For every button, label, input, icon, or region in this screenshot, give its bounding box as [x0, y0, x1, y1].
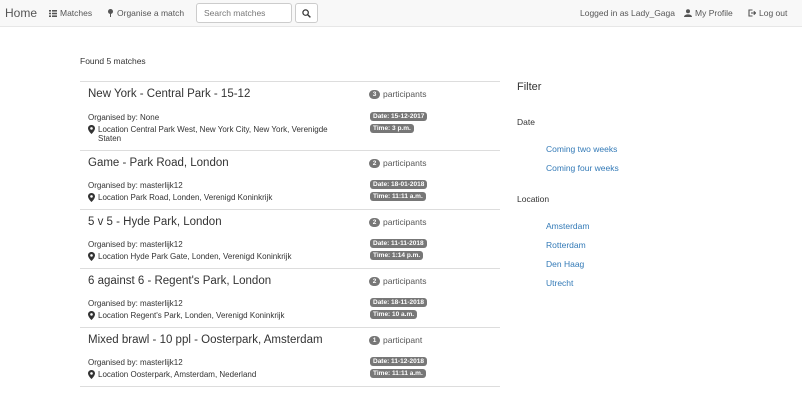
pushpin-icon	[108, 9, 113, 17]
nav-organise-match[interactable]: Organise a match	[107, 8, 184, 18]
match-item[interactable]: Game - Park Road, London 2 participants …	[80, 151, 500, 210]
map-marker-icon	[88, 252, 95, 261]
participants-info: 3 participants	[369, 89, 426, 99]
match-title[interactable]: 6 against 6 - Regent's Park, London	[88, 275, 271, 287]
participants-label: participant	[383, 335, 423, 345]
time-label: Time: 10 a.m.	[370, 310, 418, 319]
match-title[interactable]: New York - Central Park - 15-12	[88, 88, 250, 100]
date-label: Date: 11-11-2018	[370, 239, 427, 248]
location-text: Location Park Road, Londen, Verenigd Kon…	[98, 193, 273, 202]
participants-label: participants	[383, 276, 427, 286]
map-marker-icon	[88, 311, 95, 320]
time-label: Time: 11:11 a.m.	[370, 369, 426, 378]
participant-count-badge: 3	[369, 89, 380, 99]
search-icon	[302, 8, 311, 18]
participants-label: participants	[383, 158, 427, 168]
user-icon	[684, 9, 692, 17]
list-icon	[49, 9, 57, 17]
organiser-text: Organised by: masterlijk12	[88, 299, 183, 308]
log-out-label: Log out	[759, 8, 788, 18]
match-item[interactable]: 5 v 5 - Hyde Park, London 2 participants…	[80, 210, 500, 269]
date-label: Date: 11-12-2018	[370, 357, 427, 366]
date-label: Date: 18-11-2018	[370, 298, 427, 307]
nav-my-profile[interactable]: My Profile	[684, 8, 733, 18]
organiser-text: Organised by: None	[88, 113, 160, 122]
participant-count-badge: 2	[369, 276, 380, 286]
filter-location-amsterdam[interactable]: Amsterdam	[546, 221, 589, 231]
organiser-text: Organised by: masterlijk12	[88, 181, 183, 190]
match-list: New York - Central Park - 15-12 3 partic…	[80, 81, 500, 387]
match-location: Location Park Road, Londen, Verenigd Kon…	[88, 193, 348, 202]
match-item[interactable]: New York - Central Park - 15-12 3 partic…	[80, 82, 500, 151]
logged-in-text: Logged in as Lady_Gaga	[580, 8, 675, 18]
participants-info: 2 participants	[369, 158, 426, 168]
navbar: Home Matches Organise a match Logged in …	[0, 0, 802, 27]
location-text: Location Regent's Park, Londen, Verenigd…	[98, 311, 285, 320]
participants-info: 1 participant	[369, 335, 422, 345]
nav-matches-label: Matches	[60, 8, 93, 18]
match-location: Location Central Park West, New York Cit…	[88, 125, 348, 143]
time-label: Time: 11:11 a.m.	[370, 192, 426, 201]
date-label: Date: 15-12-2017	[370, 112, 428, 121]
match-item[interactable]: 6 against 6 - Regent's Park, London 2 pa…	[80, 269, 500, 328]
filter-date-two-weeks[interactable]: Coming two weeks	[546, 144, 617, 154]
time-label: Time: 3 p.m.	[370, 124, 414, 133]
date-filter-heading: Date	[517, 117, 535, 127]
results-summary: Found 5 matches	[80, 56, 146, 66]
location-text: Location Hyde Park Gate, Londen, Verenig…	[98, 252, 292, 261]
filter-location-utrecht[interactable]: Utrecht	[546, 278, 573, 288]
match-title[interactable]: Game - Park Road, London	[88, 157, 229, 169]
participants-info: 2 participants	[369, 217, 426, 227]
filter-date-four-weeks[interactable]: Coming four weeks	[546, 163, 619, 173]
time-label: Time: 1:14 p.m.	[370, 251, 424, 260]
map-marker-icon	[88, 125, 95, 134]
filter-title: Filter	[517, 81, 542, 93]
organiser-text: Organised by: masterlijk12	[88, 240, 183, 249]
location-filter-heading: Location	[517, 194, 550, 204]
search-button[interactable]	[295, 3, 318, 23]
my-profile-label: My Profile	[695, 8, 733, 18]
match-location: Location Oosterpark, Amsterdam, Nederlan…	[88, 370, 348, 379]
participant-count-badge: 2	[369, 158, 380, 168]
map-marker-icon	[88, 370, 95, 379]
participants-label: participants	[383, 89, 427, 99]
participants-label: participants	[383, 217, 427, 227]
match-title[interactable]: Mixed brawl - 10 ppl - Oosterpark, Amste…	[88, 334, 323, 346]
participants-info: 2 participants	[369, 276, 426, 286]
participant-count-badge: 2	[369, 217, 380, 227]
filter-location-rotterdam[interactable]: Rotterdam	[546, 240, 586, 250]
location-text: Location Central Park West, New York Cit…	[98, 125, 328, 143]
map-marker-icon	[88, 193, 95, 202]
location-text: Location Oosterpark, Amsterdam, Nederlan…	[98, 370, 257, 379]
nav-matches[interactable]: Matches	[49, 8, 92, 18]
match-location: Location Regent's Park, Londen, Verenigd…	[88, 311, 348, 320]
match-item[interactable]: Mixed brawl - 10 ppl - Oosterpark, Amste…	[80, 328, 500, 387]
filter-location-den-haag[interactable]: Den Haag	[546, 259, 584, 269]
organiser-text: Organised by: masterlijk12	[88, 358, 183, 367]
nav-organise-label: Organise a match	[117, 8, 185, 18]
search-input[interactable]	[196, 3, 292, 23]
match-title[interactable]: 5 v 5 - Hyde Park, London	[88, 216, 222, 228]
nav-log-out[interactable]: Log out	[748, 8, 787, 18]
participant-count-badge: 1	[369, 335, 380, 345]
log-out-icon	[748, 9, 756, 17]
date-label: Date: 18-01-2018	[370, 180, 428, 189]
match-location: Location Hyde Park Gate, Londen, Verenig…	[88, 252, 348, 261]
home-brand-link[interactable]: Home	[5, 6, 37, 20]
